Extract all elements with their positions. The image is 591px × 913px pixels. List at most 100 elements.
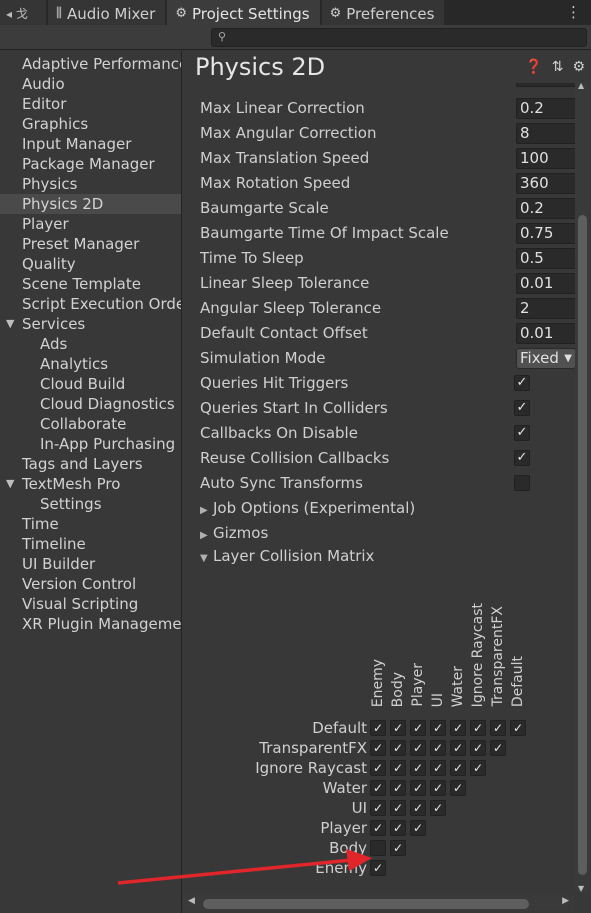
- property-value-field[interactable]: 0.2: [516, 98, 576, 119]
- foldout-header[interactable]: ▶ Gizmos: [200, 522, 268, 544]
- scroll-right-icon[interactable]: ▶: [562, 896, 569, 906]
- matrix-checkbox[interactable]: ✓: [410, 740, 426, 756]
- property-toggle[interactable]: ✓: [514, 425, 530, 441]
- sidebar-item[interactable]: Script Execution Order: [0, 294, 181, 314]
- sidebar-item[interactable]: Audio: [0, 74, 181, 94]
- matrix-checkbox[interactable]: ✓: [410, 800, 426, 816]
- sidebar-item[interactable]: Analytics: [0, 354, 181, 374]
- tab-scene[interactable]: ◂ 戈: [0, 0, 46, 25]
- sidebar-item[interactable]: Input Manager: [0, 134, 181, 154]
- scroll-down-icon[interactable]: ▼: [578, 884, 584, 893]
- scroll-thumb[interactable]: [578, 215, 587, 875]
- matrix-checkbox[interactable]: ✓: [470, 720, 486, 736]
- matrix-checkbox[interactable]: ✓: [370, 820, 386, 836]
- property-value-field[interactable]: 360: [516, 173, 576, 194]
- matrix-checkbox[interactable]: ✓: [410, 720, 426, 736]
- matrix-checkbox[interactable]: ✓: [370, 760, 386, 776]
- matrix-checkbox[interactable]: ✓: [450, 780, 466, 796]
- sidebar-item[interactable]: Time: [0, 514, 181, 534]
- sidebar-item[interactable]: ▼ TextMesh Pro: [0, 474, 181, 494]
- matrix-checkbox[interactable]: ✓: [490, 720, 506, 736]
- sidebar-item[interactable]: Quality: [0, 254, 181, 274]
- horizontal-scrollbar[interactable]: ◀ ▶: [183, 895, 575, 911]
- matrix-checkbox[interactable]: ✓: [510, 720, 526, 736]
- matrix-checkbox[interactable]: ✓: [410, 820, 426, 836]
- matrix-checkbox[interactable]: ✓: [390, 760, 406, 776]
- sidebar-item[interactable]: Visual Scripting: [0, 594, 181, 614]
- matrix-checkbox[interactable]: [370, 840, 386, 856]
- property-value-field[interactable]: 8: [516, 123, 576, 144]
- property-value-field[interactable]: 0.75: [516, 223, 576, 244]
- sidebar-item[interactable]: Scene Template: [0, 274, 181, 294]
- sidebar-item[interactable]: Player: [0, 214, 181, 234]
- foldout-arrow-icon[interactable]: ▼: [6, 474, 14, 494]
- property-toggle[interactable]: ✓: [514, 400, 530, 416]
- property-value-field[interactable]: 2: [516, 298, 576, 319]
- matrix-checkbox[interactable]: ✓: [370, 860, 386, 876]
- sidebar-item[interactable]: Adaptive Performance: [0, 54, 181, 74]
- matrix-checkbox[interactable]: ✓: [370, 740, 386, 756]
- sidebar-item[interactable]: ▼ Services: [0, 314, 181, 334]
- matrix-checkbox[interactable]: ✓: [390, 780, 406, 796]
- tab-project-settings[interactable]: ⚙ Project Settings: [167, 0, 320, 25]
- property-toggle[interactable]: [514, 475, 530, 491]
- foldout-header[interactable]: ▶ Job Options (Experimental): [200, 497, 415, 519]
- matrix-checkbox[interactable]: ✓: [450, 720, 466, 736]
- sidebar-item[interactable]: Cloud Diagnostics: [0, 394, 181, 414]
- matrix-checkbox[interactable]: ✓: [430, 800, 446, 816]
- simulation-mode-dropdown[interactable]: Fixed ▼: [516, 348, 576, 369]
- sidebar-item[interactable]: Ads: [0, 334, 181, 354]
- matrix-checkbox[interactable]: ✓: [410, 760, 426, 776]
- tab-audio-mixer[interactable]: ⫼ Audio Mixer: [48, 0, 166, 25]
- more-options-icon[interactable]: ⋮: [566, 3, 581, 21]
- sidebar-item[interactable]: Version Control: [0, 574, 181, 594]
- matrix-checkbox[interactable]: ✓: [470, 760, 486, 776]
- matrix-checkbox[interactable]: ✓: [370, 800, 386, 816]
- sidebar-item[interactable]: Tags and Layers: [0, 454, 181, 474]
- sidebar-item[interactable]: Graphics: [0, 114, 181, 134]
- property-value-field[interactable]: 100: [516, 148, 576, 169]
- scroll-left-icon[interactable]: ◀: [188, 896, 195, 906]
- sidebar-item[interactable]: Cloud Build: [0, 374, 181, 394]
- property-value-field[interactable]: 0.2: [516, 198, 576, 219]
- matrix-checkbox[interactable]: ✓: [430, 780, 446, 796]
- matrix-checkbox[interactable]: ✓: [470, 740, 486, 756]
- sidebar-item[interactable]: UI Builder: [0, 554, 181, 574]
- matrix-checkbox[interactable]: ✓: [370, 780, 386, 796]
- matrix-checkbox[interactable]: ✓: [430, 760, 446, 776]
- matrix-checkbox[interactable]: ✓: [410, 780, 426, 796]
- matrix-checkbox[interactable]: ✓: [430, 740, 446, 756]
- sidebar-item[interactable]: Timeline: [0, 534, 181, 554]
- foldout-arrow-icon[interactable]: ▼: [6, 314, 14, 334]
- property-value-field[interactable]: 0.01: [516, 323, 576, 344]
- matrix-checkbox[interactable]: ✓: [430, 720, 446, 736]
- matrix-checkbox[interactable]: ✓: [390, 800, 406, 816]
- matrix-checkbox[interactable]: ✓: [450, 760, 466, 776]
- search-input[interactable]: ⚲: [211, 28, 587, 47]
- matrix-checkbox[interactable]: ✓: [390, 840, 406, 856]
- sidebar-item[interactable]: In-App Purchasing: [0, 434, 181, 454]
- property-toggle[interactable]: ✓: [514, 375, 530, 391]
- sidebar-item[interactable]: Physics 2D: [0, 194, 181, 214]
- property-toggle[interactable]: ✓: [514, 450, 530, 466]
- preset-icon[interactable]: ⇅: [552, 59, 564, 75]
- sidebar-item[interactable]: Settings: [0, 494, 181, 514]
- horizontal-scroll-thumb[interactable]: [203, 899, 529, 909]
- sidebar-item[interactable]: XR Plugin Management: [0, 614, 181, 634]
- sidebar-item[interactable]: Physics: [0, 174, 181, 194]
- property-value-field[interactable]: 0.01: [516, 273, 576, 294]
- sidebar-item[interactable]: Collaborate: [0, 414, 181, 434]
- matrix-checkbox[interactable]: ✓: [390, 740, 406, 756]
- matrix-checkbox[interactable]: ✓: [490, 740, 506, 756]
- sidebar-item[interactable]: Package Manager: [0, 154, 181, 174]
- help-icon[interactable]: ❓: [525, 59, 542, 75]
- matrix-checkbox[interactable]: ✓: [450, 740, 466, 756]
- foldout-header[interactable]: ▼ Layer Collision Matrix: [200, 545, 374, 567]
- sidebar-item[interactable]: Preset Manager: [0, 234, 181, 254]
- vertical-scrollbar[interactable]: ▲ ▼: [575, 81, 589, 893]
- settings-icon[interactable]: ⚙: [572, 59, 585, 75]
- property-value-field[interactable]: 0.5: [516, 248, 576, 269]
- tab-preferences[interactable]: ⚙ Preferences: [321, 0, 445, 25]
- matrix-checkbox[interactable]: ✓: [390, 720, 406, 736]
- sidebar-item[interactable]: Editor: [0, 94, 181, 114]
